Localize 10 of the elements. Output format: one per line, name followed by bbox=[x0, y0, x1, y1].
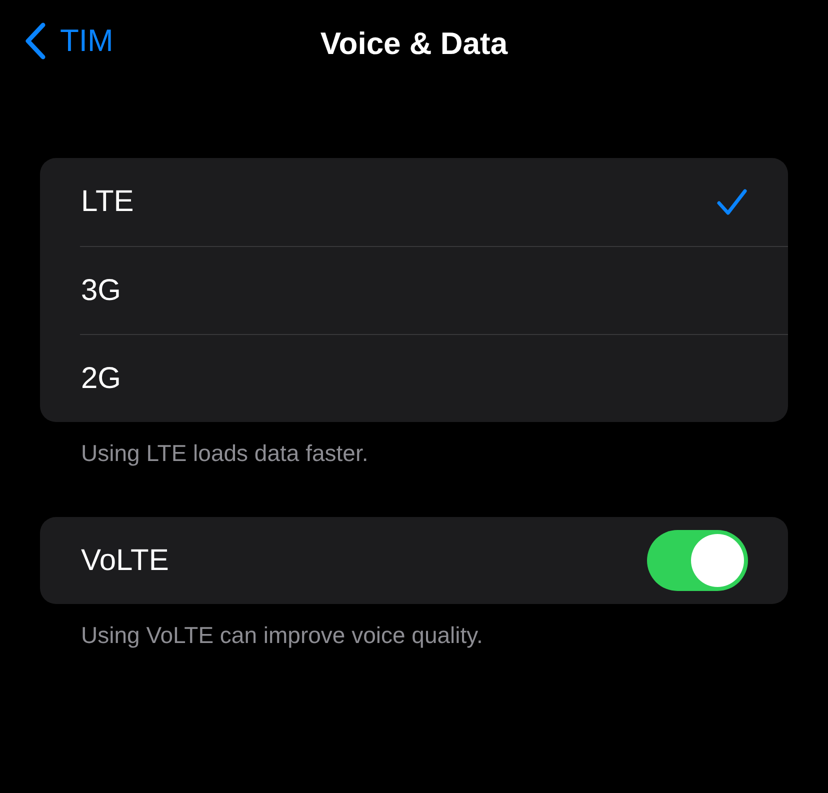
network-option[interactable]: LTE bbox=[40, 158, 788, 246]
network-footer-text: Using LTE loads data faster. bbox=[80, 439, 370, 467]
network-option[interactable]: 3G bbox=[80, 246, 788, 334]
volte-footer-text: Using VoLTE can improve voice quality. bbox=[80, 621, 484, 649]
volte-label: VoLTE bbox=[81, 544, 169, 578]
back-button[interactable]: TIM bbox=[24, 22, 114, 60]
page-title: Voice & Data bbox=[320, 26, 508, 62]
network-option[interactable]: 2G bbox=[80, 334, 788, 422]
checkmark-icon bbox=[716, 188, 748, 216]
back-chevron-icon bbox=[24, 22, 46, 60]
